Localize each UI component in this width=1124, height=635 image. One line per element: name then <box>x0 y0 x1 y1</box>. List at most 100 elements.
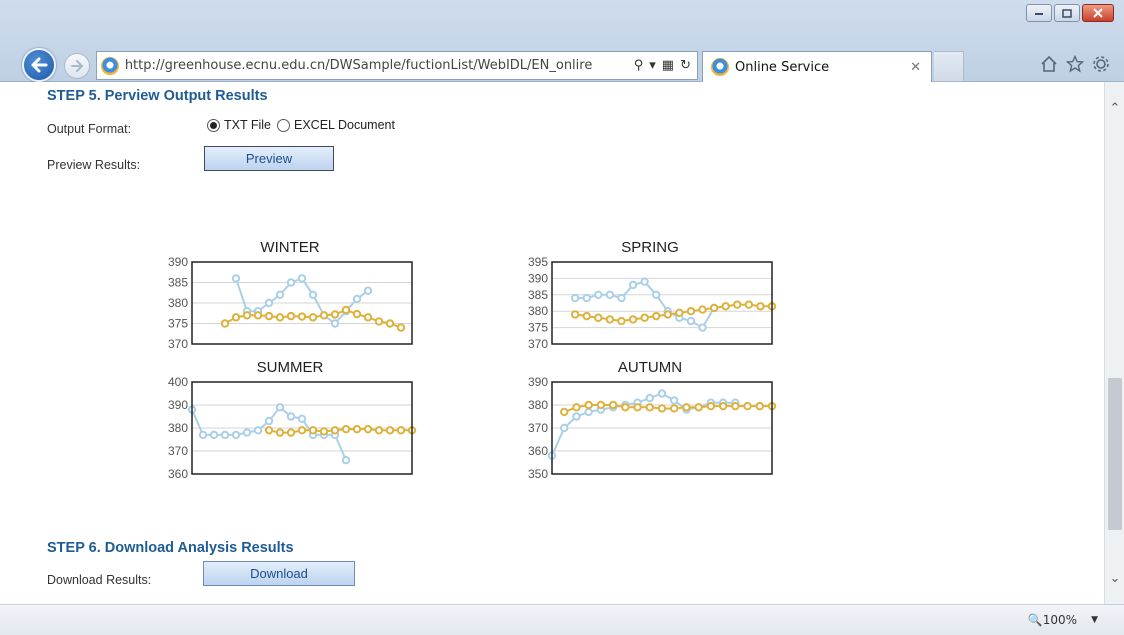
y-tick-label: 370 <box>168 444 188 458</box>
data-point <box>584 400 593 410</box>
data-point <box>363 286 373 295</box>
scroll-up-icon[interactable]: ⌃ <box>1107 100 1123 116</box>
data-point <box>652 311 661 321</box>
data-point <box>657 404 667 413</box>
data-point <box>628 280 638 290</box>
y-tick-label: 390 <box>168 255 188 269</box>
data-point <box>621 403 630 412</box>
y-tick-label: 375 <box>528 321 548 335</box>
data-point <box>686 307 696 316</box>
back-button[interactable] <box>22 48 56 82</box>
data-point <box>286 278 296 287</box>
data-point <box>330 310 340 319</box>
data-point <box>297 312 307 321</box>
data-point <box>352 294 362 304</box>
data-point <box>253 311 263 320</box>
status-bar: 🔍 100% ▼ <box>0 604 1124 635</box>
radio-excel-label[interactable]: EXCEL Document <box>294 118 395 132</box>
close-icon <box>1093 8 1103 18</box>
search-icon[interactable]: ⚲ <box>634 58 644 73</box>
data-point <box>709 303 719 313</box>
data-point <box>698 323 707 332</box>
data-point <box>617 316 626 326</box>
data-point <box>341 305 351 315</box>
data-point <box>352 424 362 434</box>
data-point <box>297 426 307 435</box>
y-tick-label: 380 <box>168 421 188 435</box>
browser-titlebar: http://greenhouse.ecnu.edu.cn/DWSample/f… <box>0 0 1124 82</box>
minimize-button[interactable] <box>1026 4 1052 22</box>
y-tick-label: 380 <box>168 296 188 310</box>
zoom-control[interactable]: 🔍 100% ▼ <box>1028 613 1098 627</box>
data-point <box>242 428 252 437</box>
close-window-button[interactable] <box>1082 4 1114 22</box>
download-button[interactable]: Download <box>203 561 355 586</box>
chart-summer: SUMMER 400 390 380 370 360 <box>160 357 420 482</box>
data-point <box>652 290 661 299</box>
maximize-button[interactable] <box>1054 4 1080 22</box>
chart-title: SUMMER <box>256 359 324 376</box>
data-point <box>670 404 679 413</box>
data-point <box>755 401 764 411</box>
radio-txt-label[interactable]: TXT File <box>224 118 271 132</box>
preview-results-label: Preview Results: <box>47 158 141 172</box>
y-tick-label: 350 <box>528 467 548 481</box>
data-point <box>242 311 252 320</box>
dropdown-caret-icon[interactable]: ▾ <box>649 58 656 73</box>
data-point <box>582 293 591 303</box>
star-icon <box>1065 54 1085 73</box>
data-point <box>663 310 672 319</box>
output-format-options: TXT File EXCEL Document <box>207 118 401 132</box>
data-point <box>275 428 285 437</box>
new-tab-button[interactable] <box>934 51 964 82</box>
browser-tab[interactable]: Online Service ✕ <box>702 51 932 82</box>
data-point <box>582 311 591 321</box>
favorites-button[interactable] <box>1065 54 1085 76</box>
tab-close-icon[interactable]: ✕ <box>910 59 921 75</box>
data-point <box>286 428 296 437</box>
data-point <box>374 426 384 435</box>
radio-txt[interactable] <box>207 118 220 132</box>
address-tools: ⚲ ▾ ▦ ↻ <box>634 58 697 73</box>
data-point <box>297 274 307 283</box>
y-tick-label: 370 <box>528 337 548 351</box>
tab-favicon-icon <box>711 58 729 76</box>
chart-title: WINTER <box>260 239 320 256</box>
scroll-thumb[interactable] <box>1108 378 1122 530</box>
data-point <box>645 403 654 412</box>
preview-button[interactable]: Preview <box>204 146 334 171</box>
data-point <box>264 311 274 321</box>
data-point <box>363 424 373 434</box>
data-point <box>594 290 603 299</box>
data-point <box>308 290 318 299</box>
data-point <box>231 430 241 440</box>
data-point <box>330 426 340 435</box>
data-point <box>570 310 580 319</box>
tab-title: Online Service <box>735 59 830 75</box>
settings-button[interactable] <box>1092 55 1110 76</box>
vertical-scrollbar[interactable]: ⌃ ⌄ <box>1104 82 1124 604</box>
data-point <box>275 313 285 322</box>
data-point <box>396 323 406 332</box>
data-point <box>286 311 296 321</box>
window-controls <box>1024 4 1114 22</box>
scroll-down-icon[interactable]: ⌄ <box>1107 570 1123 586</box>
data-point <box>572 403 581 412</box>
data-point <box>286 412 296 421</box>
output-format-label: Output Format: <box>47 122 132 136</box>
forward-button[interactable] <box>64 53 90 79</box>
data-point <box>698 305 707 314</box>
compat-view-icon[interactable]: ▦ <box>662 58 674 73</box>
data-point <box>275 290 285 299</box>
home-button[interactable] <box>1040 55 1058 76</box>
refresh-icon[interactable]: ↻ <box>680 58 691 73</box>
chart-title: AUTUMN <box>617 359 683 376</box>
address-bar[interactable]: http://greenhouse.ecnu.edu.cn/DWSample/f… <box>96 51 698 80</box>
data-point <box>718 401 728 411</box>
address-url[interactable]: http://greenhouse.ecnu.edu.cn/DWSample/f… <box>125 58 628 73</box>
zoom-caret-icon[interactable]: ▼ <box>1091 615 1098 625</box>
data-point <box>330 319 340 328</box>
data-point <box>570 293 580 303</box>
data-point <box>572 412 581 421</box>
radio-excel[interactable] <box>277 118 290 132</box>
